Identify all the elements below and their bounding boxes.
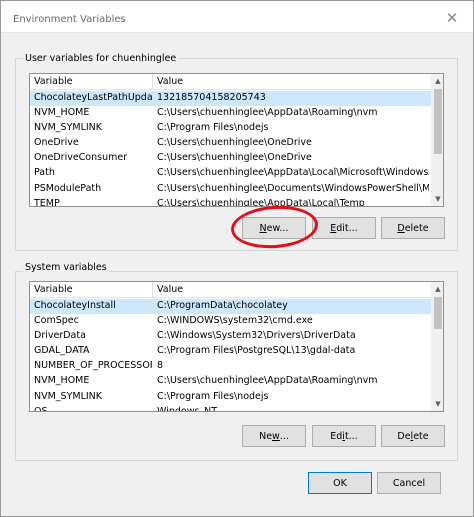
- user-list-scrollbar[interactable]: ▲ ▼: [431, 74, 443, 206]
- list-item[interactable]: DriverData C:\Windows\System32\Drivers\Dr…: [30, 329, 431, 344]
- scroll-up-arrow-icon[interactable]: ▲: [432, 282, 443, 296]
- variable-name-cell: PSModulePath: [34, 182, 102, 194]
- variable-value-cell: C:\Users\chuenhinglee\AppData\Roaming\nv…: [157, 107, 378, 119]
- scroll-down-arrow-icon[interactable]: ▼: [432, 192, 443, 206]
- list-item[interactable]: PSModulePath C:\Users\chuenhinglee\Docume…: [30, 182, 431, 197]
- list-item[interactable]: NVM_HOME C:\Users\chuenhinglee\AppData\Ro…: [30, 106, 431, 121]
- variable-value-cell: C:\ProgramData\chocolatey: [157, 300, 288, 311]
- list-item[interactable]: ComSpec C:\WINDOWS\system32\cmd.exe: [30, 314, 431, 329]
- variable-name-cell: OS: [34, 406, 152, 411]
- column-header-variable[interactable]: Variable: [34, 76, 72, 87]
- variable-name-cell: NVM_SYMLINK: [34, 390, 103, 402]
- variable-value-cell: C:\Program Files\nodejs: [157, 122, 269, 134]
- column-divider[interactable]: [152, 282, 153, 298]
- cancel-button[interactable]: Cancel: [377, 472, 441, 494]
- list-item[interactable]: NVM_SYMLINK C:\Program Files\nodejs: [30, 121, 431, 136]
- system-list-body: ChocolateyInstall C:\ProgramData\chocolat…: [30, 299, 431, 411]
- user-new-button[interactable]: New...: [242, 217, 306, 239]
- variable-name-cell: TEMP: [34, 197, 60, 206]
- list-item[interactable]: OneDriveConsumer C:\Users\chuenhinglee\On…: [30, 151, 431, 166]
- list-item[interactable]: OS Windows_NT: [30, 405, 431, 411]
- system-variables-label: System variables: [23, 262, 109, 273]
- variable-name-cell: NVM_HOME: [34, 375, 90, 387]
- user-variables-label: User variables for chuenhinglee: [23, 53, 179, 64]
- list-item[interactable]: OneDrive C:\Users\chuenhinglee\OneDrive: [30, 136, 431, 151]
- variable-value-cell: C:\Windows\System32\Drivers\DriverData: [157, 330, 356, 342]
- ok-button[interactable]: OK: [308, 472, 372, 494]
- user-list-body: ChocolateyLastPathUpdate 1321857041582057…: [30, 91, 431, 206]
- variable-value-cell: C:\Users\chuenhinglee\AppData\Local\Micr…: [157, 167, 429, 179]
- variable-name-cell: OneDriveConsumer: [34, 152, 128, 164]
- scroll-down-arrow-icon[interactable]: ▼: [432, 397, 443, 411]
- variable-value-cell: 8: [157, 360, 164, 372]
- column-header-value[interactable]: Value: [157, 76, 183, 87]
- user-edit-button[interactable]: Edit...: [312, 217, 376, 239]
- variable-value-cell: 132185704158205743: [157, 92, 266, 103]
- variable-value-cell: C:\Users\chuenhinglee\OneDrive: [157, 152, 312, 164]
- system-variables-list[interactable]: Variable Value ChocolateyInstall C:\Progr…: [29, 281, 444, 412]
- variable-name-cell: GDAL_DATA: [34, 345, 90, 357]
- variable-value-cell: C:\Program Files\nodejs: [157, 390, 269, 402]
- variable-name-cell: NUMBER_OF_PROCESSORS: [34, 360, 152, 372]
- variable-value-cell: Windows_NT: [157, 406, 429, 411]
- variable-name-cell: NVM_SYMLINK: [34, 122, 103, 134]
- variable-name-cell: DriverData: [34, 330, 86, 342]
- variable-name-cell: ChocolateyLastPathUpdate: [34, 92, 152, 103]
- column-header-value[interactable]: Value: [157, 284, 183, 295]
- list-item[interactable]: TEMP C:\Users\chuenhinglee\AppData\Local\…: [30, 197, 431, 206]
- list-item[interactable]: ChocolateyInstall C:\ProgramData\chocolat…: [30, 299, 431, 315]
- user-variables-list[interactable]: Variable Value ChocolateyLastPathUpdate 1…: [29, 73, 444, 207]
- variable-name-cell: OneDrive: [34, 137, 79, 149]
- user-delete-button[interactable]: Delete: [381, 217, 445, 239]
- variable-value-cell: C:\Users\chuenhinglee\Documents\WindowsP…: [157, 182, 429, 194]
- column-header-variable[interactable]: Variable: [34, 284, 72, 295]
- list-item[interactable]: GDAL_DATA C:\Program Files\PostgreSQL\13\…: [30, 344, 431, 359]
- list-item[interactable]: ChocolateyLastPathUpdate 1321857041582057…: [30, 91, 431, 107]
- window-title: Environment Variables: [13, 14, 126, 25]
- variable-value-cell: C:\Users\chuenhinglee\OneDrive: [157, 137, 312, 149]
- system-new-button[interactable]: Ne w...: [242, 425, 306, 447]
- variable-name-cell: ChocolateyInstall: [34, 300, 116, 311]
- system-list-header: Variable Value: [30, 282, 431, 298]
- title-bar: Environment Variables ✕: [1, 1, 473, 33]
- scroll-up-arrow-icon[interactable]: ▲: [432, 74, 443, 88]
- user-list-header: Variable Value: [30, 74, 431, 90]
- variable-value-cell: C:\Program Files\PostgreSQL\13\gdal-data: [157, 345, 356, 357]
- system-delete-button[interactable]: De l ete: [381, 425, 445, 447]
- scroll-thumb[interactable]: [434, 297, 442, 329]
- system-edit-button[interactable]: Ed i t...: [312, 425, 376, 447]
- variable-name-cell: NVM_HOME: [34, 107, 90, 119]
- close-icon[interactable]: ✕: [439, 7, 465, 29]
- list-item[interactable]: NVM_SYMLINK C:\Program Files\nodejs: [30, 390, 431, 405]
- variable-name-cell: ComSpec: [34, 315, 79, 327]
- variable-name-cell: Path: [34, 167, 55, 179]
- variable-value-cell: C:\WINDOWS\system32\cmd.exe: [157, 315, 313, 327]
- column-divider[interactable]: [152, 74, 153, 90]
- list-item[interactable]: NUMBER_OF_PROCESSORS 8: [30, 359, 431, 374]
- environment-variables-dialog: Environment Variables ✕ User variables f…: [0, 0, 474, 517]
- variable-value-cell: C:\Users\chuenhinglee\AppData\Local\Temp: [157, 197, 365, 206]
- variable-value-cell: C:\Users\chuenhinglee\AppData\Roaming\nv…: [157, 375, 378, 387]
- system-list-scrollbar[interactable]: ▲ ▼: [431, 282, 443, 411]
- list-item[interactable]: NVM_HOME C:\Users\chuenhinglee\AppData\Ro…: [30, 374, 431, 389]
- list-item[interactable]: Path C:\Users\chuenhinglee\AppData\Local\…: [30, 166, 431, 181]
- scroll-thumb[interactable]: [434, 89, 442, 154]
